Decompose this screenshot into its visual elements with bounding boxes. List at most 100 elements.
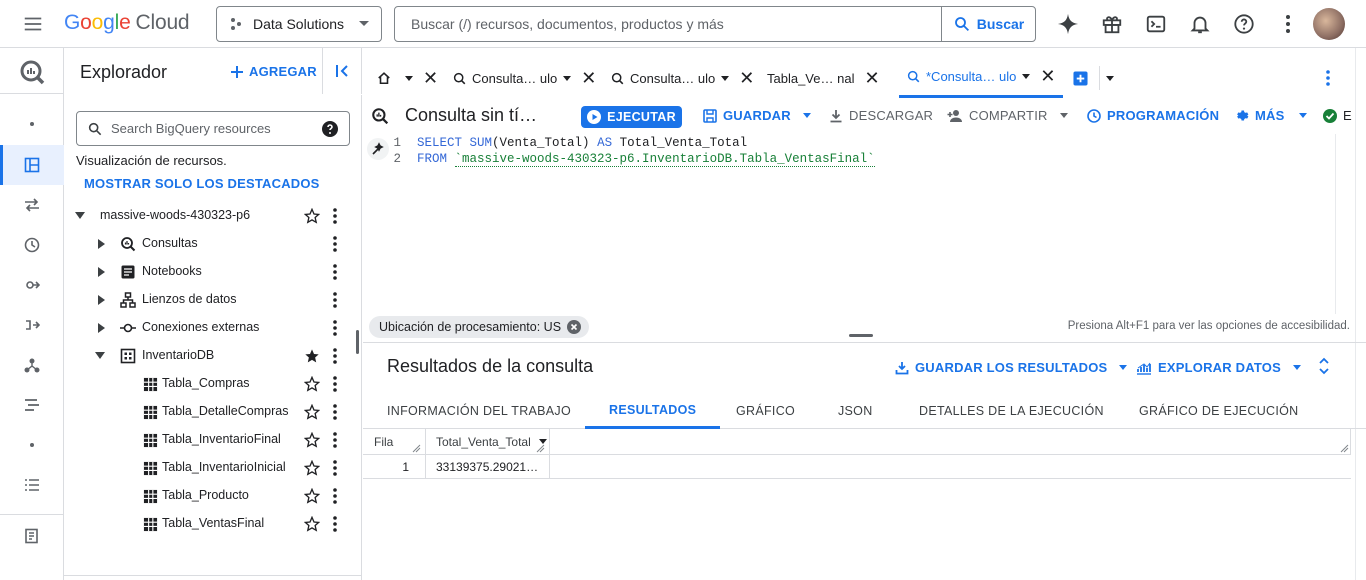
- tree-table-row[interactable]: Tabla_DetalleCompras: [64, 398, 354, 426]
- tree-item-conexiones[interactable]: Conexiones externas: [64, 314, 354, 342]
- help-icon[interactable]: [321, 120, 339, 138]
- tree-table-row[interactable]: Tabla_Compras: [64, 370, 354, 398]
- rail-migration-icon[interactable]: [0, 385, 64, 425]
- user-avatar[interactable]: [1313, 8, 1345, 40]
- tree-table-row[interactable]: Tabla_InventarioFinal: [64, 426, 354, 454]
- close-tab-icon[interactable]: ✕: [1040, 66, 1055, 87]
- tab-execution-details[interactable]: DETALLES DE LA EJECUCIÓN: [919, 393, 1104, 429]
- caret-down-icon[interactable]: [1022, 74, 1031, 79]
- more-vert-icon[interactable]: [1274, 10, 1302, 38]
- table-cell[interactable]: 33139375.29021…: [425, 455, 549, 479]
- column-header-total[interactable]: Total_Venta_Total: [425, 429, 549, 455]
- more-vert-icon[interactable]: [332, 516, 338, 532]
- sql-editor[interactable]: 1 SELECT SUM(Venta_Total) AS Total_Venta…: [363, 134, 1335, 314]
- star-outline-icon[interactable]: [304, 516, 320, 532]
- star-outline-icon[interactable]: [304, 432, 320, 448]
- more-vert-icon[interactable]: [332, 292, 338, 308]
- show-starred-only-link[interactable]: MOSTRAR SOLO LOS DESTACADOS: [84, 176, 320, 191]
- bigquery-logo-icon[interactable]: [0, 50, 64, 94]
- expand-down-icon[interactable]: [74, 210, 86, 222]
- more-button[interactable]: MÁS: [1234, 108, 1307, 123]
- resize-grip-icon[interactable]: [535, 443, 545, 453]
- tab-query-1[interactable]: Consulta… ulo ✕: [453, 58, 596, 98]
- notifications-bell-icon[interactable]: [1186, 10, 1214, 38]
- tab-results[interactable]: RESULTADOS: [585, 393, 721, 429]
- rail-dot-icon[interactable]: [0, 104, 64, 144]
- search-button[interactable]: Buscar: [941, 7, 1035, 41]
- tree-item-consultas[interactable]: Consultas: [64, 230, 354, 258]
- rail-scheduled-icon[interactable]: [0, 225, 64, 265]
- help-icon[interactable]: [1230, 10, 1258, 38]
- query-validation-status[interactable]: E: [1323, 108, 1352, 123]
- project-selector[interactable]: Data Solutions: [216, 6, 382, 42]
- star-outline-icon[interactable]: [304, 488, 320, 504]
- global-search[interactable]: Buscar (/) recursos, documentos, product…: [394, 6, 1036, 42]
- more-vert-icon[interactable]: [332, 488, 338, 504]
- more-vert-icon[interactable]: [332, 320, 338, 336]
- more-vert-icon[interactable]: [332, 404, 338, 420]
- rail-release-notes-icon[interactable]: [0, 514, 64, 556]
- explorer-search-field[interactable]: Search BigQuery resources: [76, 111, 350, 146]
- rail-list-icon[interactable]: [0, 465, 64, 505]
- star-outline-icon[interactable]: [304, 460, 320, 476]
- editor-scrollbar[interactable]: [1335, 134, 1351, 314]
- google-cloud-logo[interactable]: Google Cloud: [64, 11, 190, 35]
- search-input[interactable]: Buscar (/) recursos, documentos, product…: [395, 16, 941, 32]
- tab-json[interactable]: JSON: [838, 393, 873, 429]
- expand-right-icon[interactable]: [96, 322, 108, 334]
- schedule-button[interactable]: PROGRAMACIÓN: [1087, 108, 1219, 123]
- more-vert-icon[interactable]: [332, 460, 338, 476]
- more-vert-icon[interactable]: [332, 376, 338, 392]
- expand-right-icon[interactable]: [96, 294, 108, 306]
- star-outline-icon[interactable]: [304, 208, 320, 224]
- star-filled-icon[interactable]: [304, 348, 320, 364]
- more-vert-icon[interactable]: [332, 236, 338, 252]
- close-tab-icon[interactable]: ✕: [864, 68, 879, 89]
- close-tab-icon[interactable]: ✕: [739, 68, 754, 89]
- resize-grip-icon[interactable]: [1339, 443, 1349, 453]
- tab-query-2[interactable]: Consulta… ulo ✕: [611, 58, 754, 98]
- add-button[interactable]: AGREGAR: [230, 64, 317, 79]
- code-line-1[interactable]: SELECT SUM(Venta_Total) AS Total_Venta_T…: [417, 136, 747, 150]
- new-tab-button[interactable]: [1073, 58, 1088, 98]
- resize-grip-icon[interactable]: [411, 443, 421, 453]
- expand-results-button[interactable]: [1318, 357, 1330, 375]
- more-vert-icon[interactable]: [332, 208, 338, 224]
- run-button[interactable]: EJECUTAR: [581, 106, 682, 128]
- panel-resize-handle[interactable]: [849, 334, 873, 337]
- cloud-shell-icon[interactable]: [1142, 10, 1170, 38]
- tabs-overflow-button[interactable]: [1099, 66, 1114, 90]
- star-outline-icon[interactable]: [304, 376, 320, 392]
- tabs-more-button[interactable]: [1325, 58, 1331, 98]
- code-line-2[interactable]: FROM `massive-woods-430323-p6.Inventario…: [417, 152, 875, 167]
- caret-down-icon[interactable]: [405, 75, 413, 81]
- tab-table[interactable]: Tabla_Ve… nal ✕: [767, 58, 880, 98]
- expand-right-icon[interactable]: [96, 266, 108, 278]
- tab-execution-graph[interactable]: GRÁFICO DE EJECUCIÓN: [1139, 393, 1299, 429]
- star-outline-icon[interactable]: [304, 404, 320, 420]
- rail-dataform-icon[interactable]: [0, 305, 64, 345]
- save-results-button[interactable]: GUARDAR LOS RESULTADOS: [895, 360, 1128, 375]
- rail-analytics-hub-icon[interactable]: [0, 265, 64, 305]
- tree-item-notebooks[interactable]: Notebooks: [64, 258, 354, 286]
- table-reference[interactable]: `massive-woods-430323-p6.InventarioDB.Ta…: [454, 152, 875, 167]
- query-title[interactable]: Consulta sin tí…: [405, 105, 537, 126]
- collapse-explorer-button[interactable]: [322, 48, 362, 94]
- tree-table-row[interactable]: Tabla_VentasFinal: [64, 510, 354, 538]
- gemini-sparkle-icon[interactable]: [1054, 10, 1082, 38]
- tab-home[interactable]: ✕: [377, 58, 438, 98]
- tree-table-row[interactable]: Tabla_Producto: [64, 482, 354, 510]
- rail-partner-icon[interactable]: [0, 345, 64, 385]
- gift-icon[interactable]: [1098, 10, 1126, 38]
- tab-chart[interactable]: GRÁFICO: [736, 393, 795, 429]
- rail-studio-icon[interactable]: [0, 145, 64, 185]
- tree-item-inventariodb[interactable]: InventarioDB: [64, 342, 354, 370]
- caret-down-icon[interactable]: [721, 75, 730, 81]
- tree-table-row[interactable]: Tabla_InventarioInicial: [64, 454, 354, 482]
- more-vert-icon[interactable]: [332, 348, 338, 364]
- download-button[interactable]: DESCARGAR: [829, 108, 933, 123]
- rail-transfers-icon[interactable]: [0, 185, 64, 225]
- processing-location-chip[interactable]: Ubicación de procesamiento: US: [369, 316, 590, 338]
- explorer-resize-handle[interactable]: [356, 330, 359, 354]
- rail-dot-icon[interactable]: [0, 425, 64, 465]
